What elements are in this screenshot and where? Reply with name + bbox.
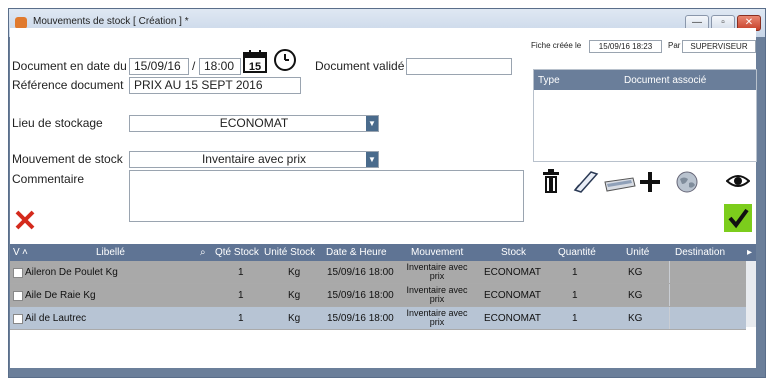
table-row[interactable]: Aile De Raie Kg 1 Kg 15/09/16 18:00 Inve… bbox=[10, 284, 746, 307]
scanner-icon[interactable] bbox=[603, 174, 637, 194]
grid-header: V ˄ Libellé ⌕ Qté Stock Unité Stock Date… bbox=[10, 244, 756, 261]
col-mouvement[interactable]: Mouvement bbox=[411, 247, 463, 258]
reference-label: Référence document bbox=[12, 78, 124, 92]
movement-label: Mouvement de stock bbox=[12, 152, 123, 166]
created-value: 15/09/16 18:23 bbox=[589, 40, 662, 53]
cell-stock: ECONOMAT bbox=[484, 267, 542, 278]
row-checkbox[interactable] bbox=[13, 291, 23, 301]
cell-libelle: Aile De Raie Kg bbox=[25, 290, 96, 301]
movements-grid: V ˄ Libellé ⌕ Qté Stock Unité Stock Date… bbox=[10, 244, 756, 361]
col-destination[interactable]: Destination bbox=[675, 247, 725, 258]
col-v[interactable]: V bbox=[13, 247, 20, 258]
cell-quantite: 1 bbox=[572, 267, 578, 278]
type-column-header[interactable]: Type bbox=[538, 75, 560, 86]
movement-select[interactable]: Inventaire avec prix ▼ bbox=[129, 151, 379, 168]
chevron-right-icon[interactable]: ▸ bbox=[747, 247, 752, 258]
calendar-day: 15 bbox=[249, 61, 261, 73]
date-input[interactable]: 15/09/16 bbox=[129, 58, 189, 75]
time-input[interactable]: 18:00 bbox=[199, 58, 241, 75]
cell-qte: 1 bbox=[238, 267, 244, 278]
cell-unite: KG bbox=[628, 313, 643, 324]
comment-label: Commentaire bbox=[12, 172, 85, 186]
calendar-icon[interactable]: 15 bbox=[242, 48, 268, 74]
grid-scrollbar[interactable] bbox=[746, 261, 756, 327]
by-value: SUPERVISEUR bbox=[682, 40, 756, 53]
validate-icon[interactable] bbox=[724, 204, 752, 232]
row-checkbox[interactable] bbox=[13, 268, 23, 278]
cell-quantite: 1 bbox=[572, 290, 578, 301]
date-separator: / bbox=[192, 59, 196, 73]
add-icon[interactable] bbox=[638, 170, 662, 194]
comment-textarea[interactable] bbox=[129, 170, 524, 222]
row-checkbox[interactable] bbox=[13, 314, 23, 324]
by-label: Par bbox=[668, 41, 681, 50]
chevron-down-icon[interactable]: ▼ bbox=[366, 152, 378, 167]
storage-select[interactable]: ECONOMAT ▼ bbox=[129, 115, 379, 132]
eye-icon[interactable] bbox=[726, 174, 750, 188]
col-libelle[interactable]: Libellé bbox=[96, 247, 125, 258]
cell-unite-stock: Kg bbox=[288, 313, 301, 324]
cell-unite-stock: Kg bbox=[288, 290, 301, 301]
col-qte[interactable]: Qté Stock bbox=[215, 247, 259, 258]
cell-unite: KG bbox=[628, 290, 643, 301]
cell-date: 15/09/16 18:00 bbox=[327, 313, 394, 324]
cell-mouvement: Inventaire avec prix bbox=[406, 308, 468, 327]
created-label: Fiche créée le bbox=[531, 41, 582, 50]
cell-stock: ECONOMAT bbox=[484, 290, 542, 301]
cell-unite: KG bbox=[628, 267, 643, 278]
cell-date: 15/09/16 18:00 bbox=[327, 290, 394, 301]
cancel-icon[interactable] bbox=[14, 209, 36, 231]
clock-icon[interactable] bbox=[273, 48, 297, 72]
search-icon[interactable]: ⌕ bbox=[200, 247, 206, 258]
cell-libelle: Ail de Lautrec bbox=[25, 313, 87, 324]
cell-qte: 1 bbox=[238, 290, 244, 301]
linked-documents-header: Type Document associé bbox=[534, 70, 756, 90]
edit-icon[interactable] bbox=[573, 170, 599, 194]
trash-icon[interactable] bbox=[540, 169, 562, 195]
linked-documents-panel: Type Document associé bbox=[533, 69, 757, 162]
cell-stock: ECONOMAT bbox=[484, 313, 542, 324]
col-unite[interactable]: Unité bbox=[626, 247, 649, 258]
cell-quantite: 1 bbox=[572, 313, 578, 324]
table-row[interactable]: Aileron De Poulet Kg 1 Kg 15/09/16 18:00… bbox=[10, 261, 746, 284]
storage-label: Lieu de stockage bbox=[12, 116, 103, 130]
cell-mouvement: Inventaire avec prix bbox=[406, 285, 468, 304]
window-title: Mouvements de stock [ Création ] * bbox=[33, 16, 189, 27]
col-date[interactable]: Date & Heure bbox=[326, 247, 387, 258]
cell-unite-stock: Kg bbox=[288, 267, 301, 278]
reference-input[interactable]: PRIX AU 15 SEPT 2016 bbox=[129, 77, 301, 94]
chevron-down-icon[interactable]: ▼ bbox=[366, 116, 378, 131]
cell-libelle: Aileron De Poulet Kg bbox=[25, 267, 118, 278]
globe-icon[interactable] bbox=[674, 170, 700, 194]
validated-input[interactable] bbox=[406, 58, 512, 75]
cell-qte: 1 bbox=[238, 313, 244, 324]
validated-label: Document validé bbox=[315, 59, 405, 73]
col-stock[interactable]: Stock bbox=[501, 247, 526, 258]
sort-icon[interactable]: ˄ bbox=[22, 247, 28, 258]
movement-value: Inventaire avec prix bbox=[201, 152, 307, 166]
storage-value: ECONOMAT bbox=[219, 116, 289, 130]
cell-mouvement: Inventaire avec prix bbox=[406, 262, 468, 281]
cell-date: 15/09/16 18:00 bbox=[327, 267, 394, 278]
table-row-selected[interactable]: Ail de Lautrec 1 Kg 15/09/16 18:00 Inven… bbox=[10, 307, 746, 330]
col-unite-stock[interactable]: Unité Stock bbox=[264, 247, 315, 258]
col-quantite[interactable]: Quantité bbox=[558, 247, 596, 258]
date-label: Document en date du bbox=[12, 59, 127, 73]
document-column-header[interactable]: Document associé bbox=[624, 75, 706, 86]
